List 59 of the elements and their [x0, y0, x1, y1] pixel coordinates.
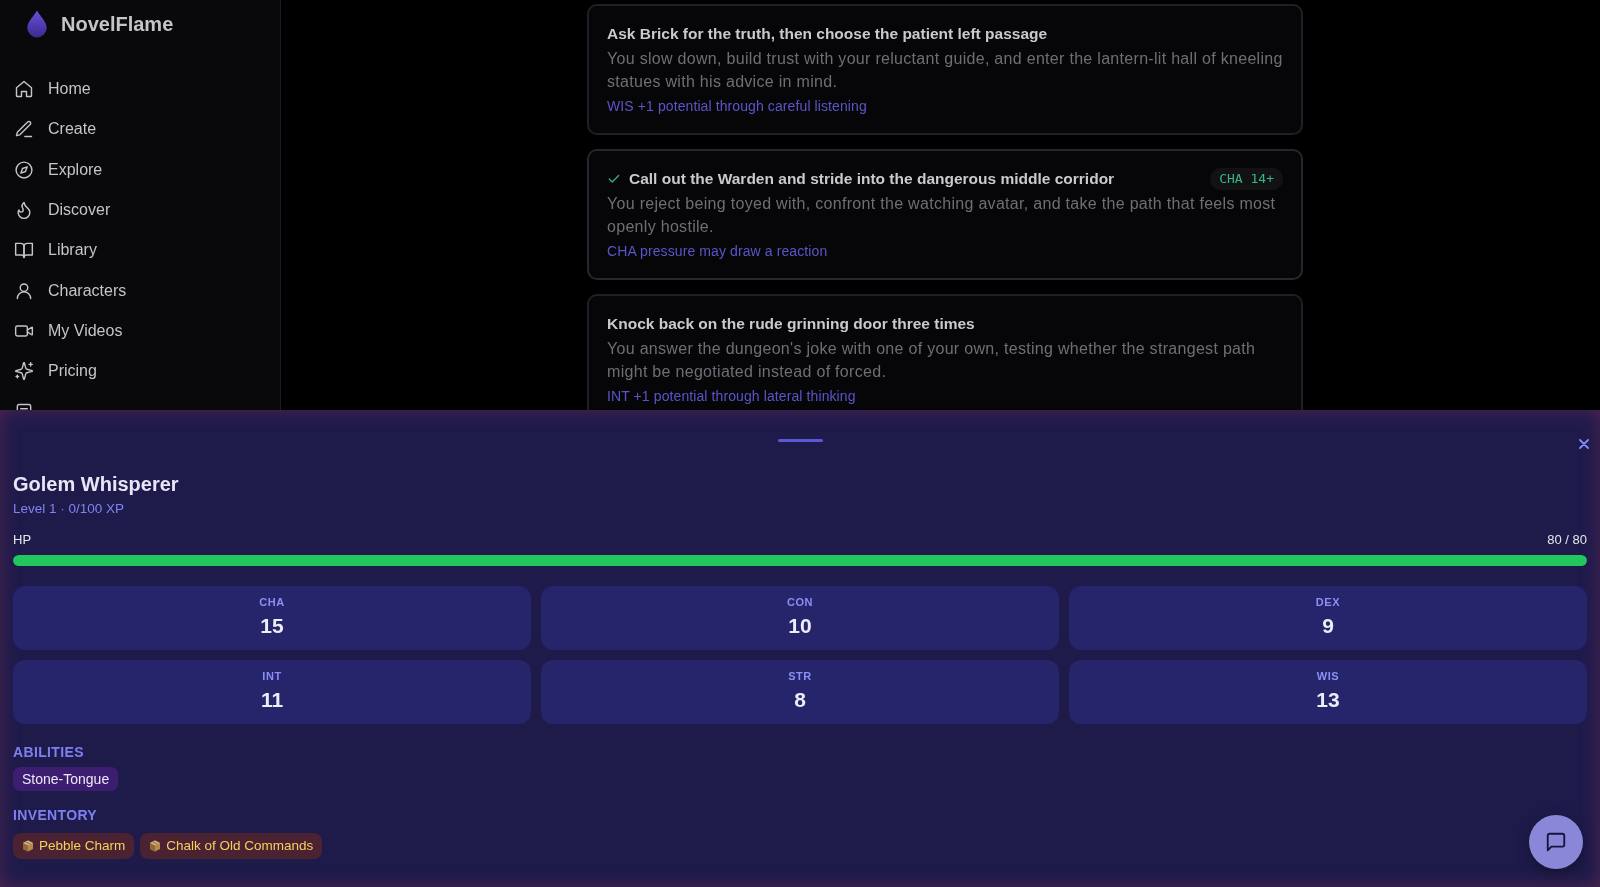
stat-label: STR	[788, 669, 812, 683]
choice-hint: INT +1 potential through lateral thinking	[607, 388, 857, 404]
choice-description: You slow down, build trust with your reluctant guide, and enter the lantern-lit hall of kneeling statues with his advice in mind.	[607, 49, 1283, 92]
sparkles-icon	[14, 361, 34, 382]
stat-value: 10	[788, 613, 812, 639]
choice-title: Ask Brick for the truth, then choose the patient left passage	[607, 24, 1049, 44]
user-icon	[14, 280, 34, 301]
sidebar-item[interactable]: Pricing	[0, 351, 280, 392]
chat-button[interactable]	[1529, 815, 1583, 869]
choice-title: Knock back on the rude grinning door three times	[607, 314, 976, 334]
requirement-badge: CHA 14+	[1210, 168, 1283, 190]
choice-card[interactable]	[587, 294, 1303, 410]
sidebar-item[interactable]: Characters	[0, 270, 280, 311]
sidebar-item[interactable]: Library	[0, 230, 280, 271]
choice-card[interactable]	[587, 149, 1303, 280]
drag-handle[interactable]	[777, 439, 823, 442]
stat-value: 11	[260, 687, 284, 713]
chat-icon	[1545, 831, 1567, 853]
package-icon	[149, 840, 162, 852]
character-name: Golem Whisperer	[13, 472, 180, 497]
choice-title: Call out the Warden and stride into the dangerous middle corridor	[629, 169, 1116, 189]
check-icon	[607, 172, 621, 186]
stat-label: INT	[262, 669, 282, 683]
home-icon	[14, 79, 34, 100]
book-icon	[14, 240, 34, 261]
item-name: Pebble Charm	[39, 837, 126, 855]
sidebar-item[interactable]: My Videos	[0, 310, 280, 352]
stat-value: 15	[260, 613, 284, 639]
sidebar-item[interactable]: Home	[0, 69, 280, 110]
hp-reading: 80 / 80	[1547, 531, 1587, 549]
flame-logo-icon	[24, 9, 50, 38]
choice-description: You reject being toyed with, confront the watching avatar, and take the path that feels most openly hostile.	[607, 194, 1277, 237]
stat-value: 8	[794, 687, 806, 713]
choice-hint: CHA pressure may draw a reaction	[607, 243, 829, 259]
sidebar-item[interactable]: Explore	[0, 149, 280, 190]
choice-description: You answer the dungeon's joke with one of your own, testing whether the strangest path might be negotiated instead of forced.	[607, 339, 1257, 382]
stat-label: CON	[786, 595, 814, 609]
stat-label: CHA	[259, 595, 285, 609]
hp-label: HP	[13, 531, 32, 549]
sidebar-item[interactable]: Create	[0, 109, 280, 150]
inventory-heading: INVENTORY	[13, 806, 99, 824]
pencil-icon	[14, 119, 34, 140]
compass-icon	[14, 159, 34, 180]
character-level: Level 1 · 0/100 XP	[13, 500, 126, 518]
stat-value: 9	[1322, 613, 1334, 639]
stat-label: WIS	[1316, 669, 1340, 683]
close-icon	[1579, 439, 1589, 449]
item-name: Chalk of Old Commands	[166, 837, 314, 855]
stat-value: 13	[1316, 687, 1340, 713]
abilities-heading: ABILITIES	[13, 743, 85, 761]
flame-icon	[14, 200, 34, 221]
package-icon	[22, 840, 34, 852]
choice-hint: WIS +1 potential through careful listening	[607, 98, 868, 114]
choice-card[interactable]	[587, 4, 1303, 135]
ability-tag: Stone-Tongue	[13, 767, 119, 791]
brand-name: NovelFlame	[61, 11, 174, 37]
stat-label: DEX	[1315, 595, 1341, 609]
sidebar-item[interactable]: Discover	[0, 189, 280, 231]
close-button[interactable]	[1577, 437, 1591, 451]
